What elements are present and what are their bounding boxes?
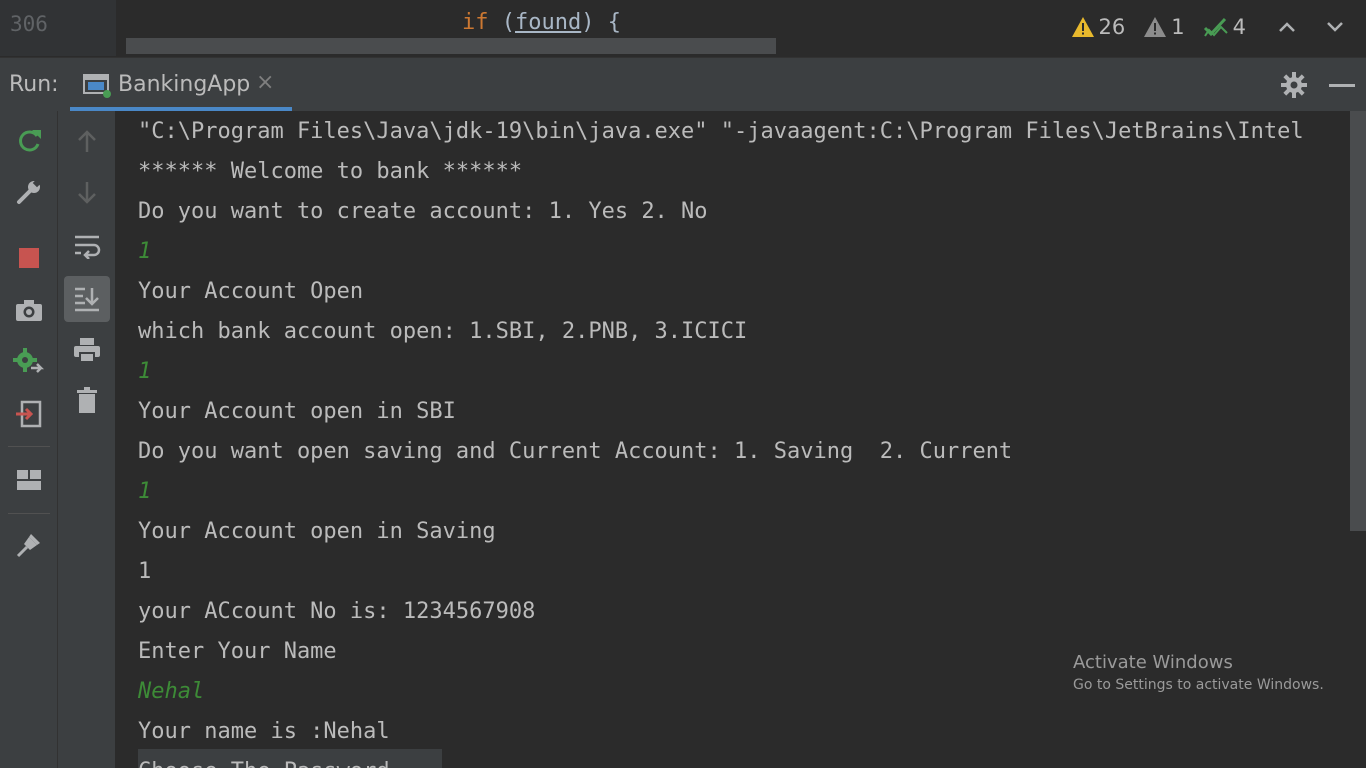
editor-gutter: 306 bbox=[0, 0, 116, 56]
warnings-count-label: 26 bbox=[1098, 15, 1126, 39]
close-tab-button[interactable]: × bbox=[256, 72, 274, 94]
code-paren-open: ( bbox=[488, 10, 515, 35]
console-input-line: 1 bbox=[138, 479, 152, 504]
code-keyword: if bbox=[462, 10, 489, 35]
layout-icon bbox=[17, 470, 41, 490]
wrench-icon bbox=[17, 178, 42, 204]
rerun-button[interactable] bbox=[12, 124, 46, 158]
scroll-to-end-icon bbox=[75, 287, 99, 312]
console-output-line: Enter Your Name bbox=[138, 639, 337, 664]
console-output-line: 1 bbox=[138, 559, 152, 584]
toolbar-separator bbox=[8, 446, 50, 447]
run-toolbar bbox=[0, 111, 58, 768]
inspection-widget[interactable]: 26 1 4 bbox=[1071, 14, 1348, 40]
application-run-icon bbox=[82, 71, 112, 103]
console-output-line: Do you want open saving and Current Acco… bbox=[138, 439, 1013, 464]
run-toolwindow-header: Run: BankingApp × bbox=[0, 57, 1366, 112]
print-button[interactable] bbox=[70, 333, 104, 367]
stop-button[interactable] bbox=[12, 241, 46, 275]
double-check-icon bbox=[1203, 17, 1228, 37]
print-icon bbox=[74, 338, 100, 363]
restore-layout-button[interactable] bbox=[12, 463, 46, 497]
console-output-line: Choose The Password bbox=[138, 758, 390, 768]
console-output-line: which bank account open: 1.SBI, 2.PNB, 3… bbox=[138, 319, 748, 344]
weak-warnings-count[interactable]: 1 bbox=[1143, 15, 1185, 39]
rerun-icon bbox=[19, 130, 41, 152]
gear-bug-icon bbox=[13, 348, 45, 373]
weak-warning-icon bbox=[1144, 17, 1167, 37]
console-output-line: Do you want to create account: 1. Yes 2.… bbox=[138, 199, 708, 224]
vertical-scrollbar[interactable] bbox=[1350, 111, 1366, 531]
editor-area: 306 if (found) { 26 1 4 bbox=[0, 0, 1366, 56]
warning-icon bbox=[1071, 17, 1094, 37]
console-output-line: ****** Welcome to bank ****** bbox=[138, 159, 523, 184]
down-stack-frame-button[interactable] bbox=[70, 176, 104, 210]
camera-icon bbox=[16, 300, 42, 321]
trash-icon bbox=[77, 387, 97, 413]
settings-gear-icon[interactable] bbox=[1280, 71, 1308, 103]
pin-tab-button[interactable] bbox=[12, 528, 46, 562]
console-input-line: Nehal bbox=[138, 679, 205, 704]
ok-count-label: 4 bbox=[1232, 15, 1246, 39]
scroll-to-end-button[interactable] bbox=[70, 282, 104, 316]
up-stack-frame-button[interactable] bbox=[70, 124, 104, 158]
chevron-down-icon bbox=[1327, 22, 1343, 32]
console-output-line: Your Account open in Saving bbox=[138, 519, 496, 544]
code-line[interactable]: if (found) { bbox=[462, 10, 621, 35]
stop-icon bbox=[19, 248, 39, 268]
toolbar-separator bbox=[8, 513, 50, 514]
console-output-line: Your Account open in SBI bbox=[138, 399, 456, 424]
console-output-line: Your name is :Nehal bbox=[138, 719, 390, 744]
line-number: 306 bbox=[10, 12, 48, 36]
tab-label: BankingApp bbox=[118, 72, 251, 97]
console-output-line: your ACcount No is: 1234567908 bbox=[138, 599, 536, 624]
ok-count[interactable]: 4 bbox=[1203, 15, 1246, 39]
watermark-subtitle: Go to Settings to activate Windows. bbox=[1073, 677, 1324, 693]
chevron-up-icon bbox=[1279, 22, 1295, 32]
run-label: Run: bbox=[9, 72, 59, 97]
watermark-title: Activate Windows bbox=[1073, 652, 1233, 673]
exit-icon bbox=[16, 400, 42, 428]
code-paren-close: ) { bbox=[581, 10, 621, 35]
console-output-line: "C:\Program Files\Java\jdk-19\bin\java.e… bbox=[138, 119, 1304, 144]
console-input-line: 1 bbox=[138, 359, 152, 384]
warnings-count[interactable]: 26 bbox=[1071, 15, 1126, 39]
pin-icon bbox=[16, 534, 40, 558]
horizontal-scrollbar[interactable] bbox=[126, 38, 776, 54]
arrow-up-icon bbox=[78, 130, 96, 152]
exit-button[interactable] bbox=[12, 397, 46, 431]
previous-highlight-button[interactable] bbox=[1274, 14, 1300, 40]
next-highlight-button[interactable] bbox=[1322, 14, 1348, 40]
debug-settings-button[interactable] bbox=[12, 346, 46, 380]
soft-wrap-icon bbox=[75, 235, 101, 259]
windows-activation-watermark: Activate Windows Go to Settings to activ… bbox=[1073, 652, 1324, 693]
console-input-line: 1 bbox=[138, 239, 152, 264]
console-output-line: Your Account Open bbox=[138, 279, 364, 304]
code-variable[interactable]: found bbox=[515, 10, 581, 35]
arrow-down-icon bbox=[78, 182, 96, 204]
clear-all-button[interactable] bbox=[70, 383, 104, 417]
edit-configuration-button[interactable] bbox=[12, 175, 46, 209]
console-toolbar bbox=[58, 111, 116, 768]
weak-warnings-count-label: 1 bbox=[1171, 15, 1185, 39]
dump-threads-button[interactable] bbox=[12, 293, 46, 327]
hide-toolwindow-button[interactable] bbox=[1329, 84, 1355, 87]
soft-wrap-button[interactable] bbox=[70, 229, 104, 263]
